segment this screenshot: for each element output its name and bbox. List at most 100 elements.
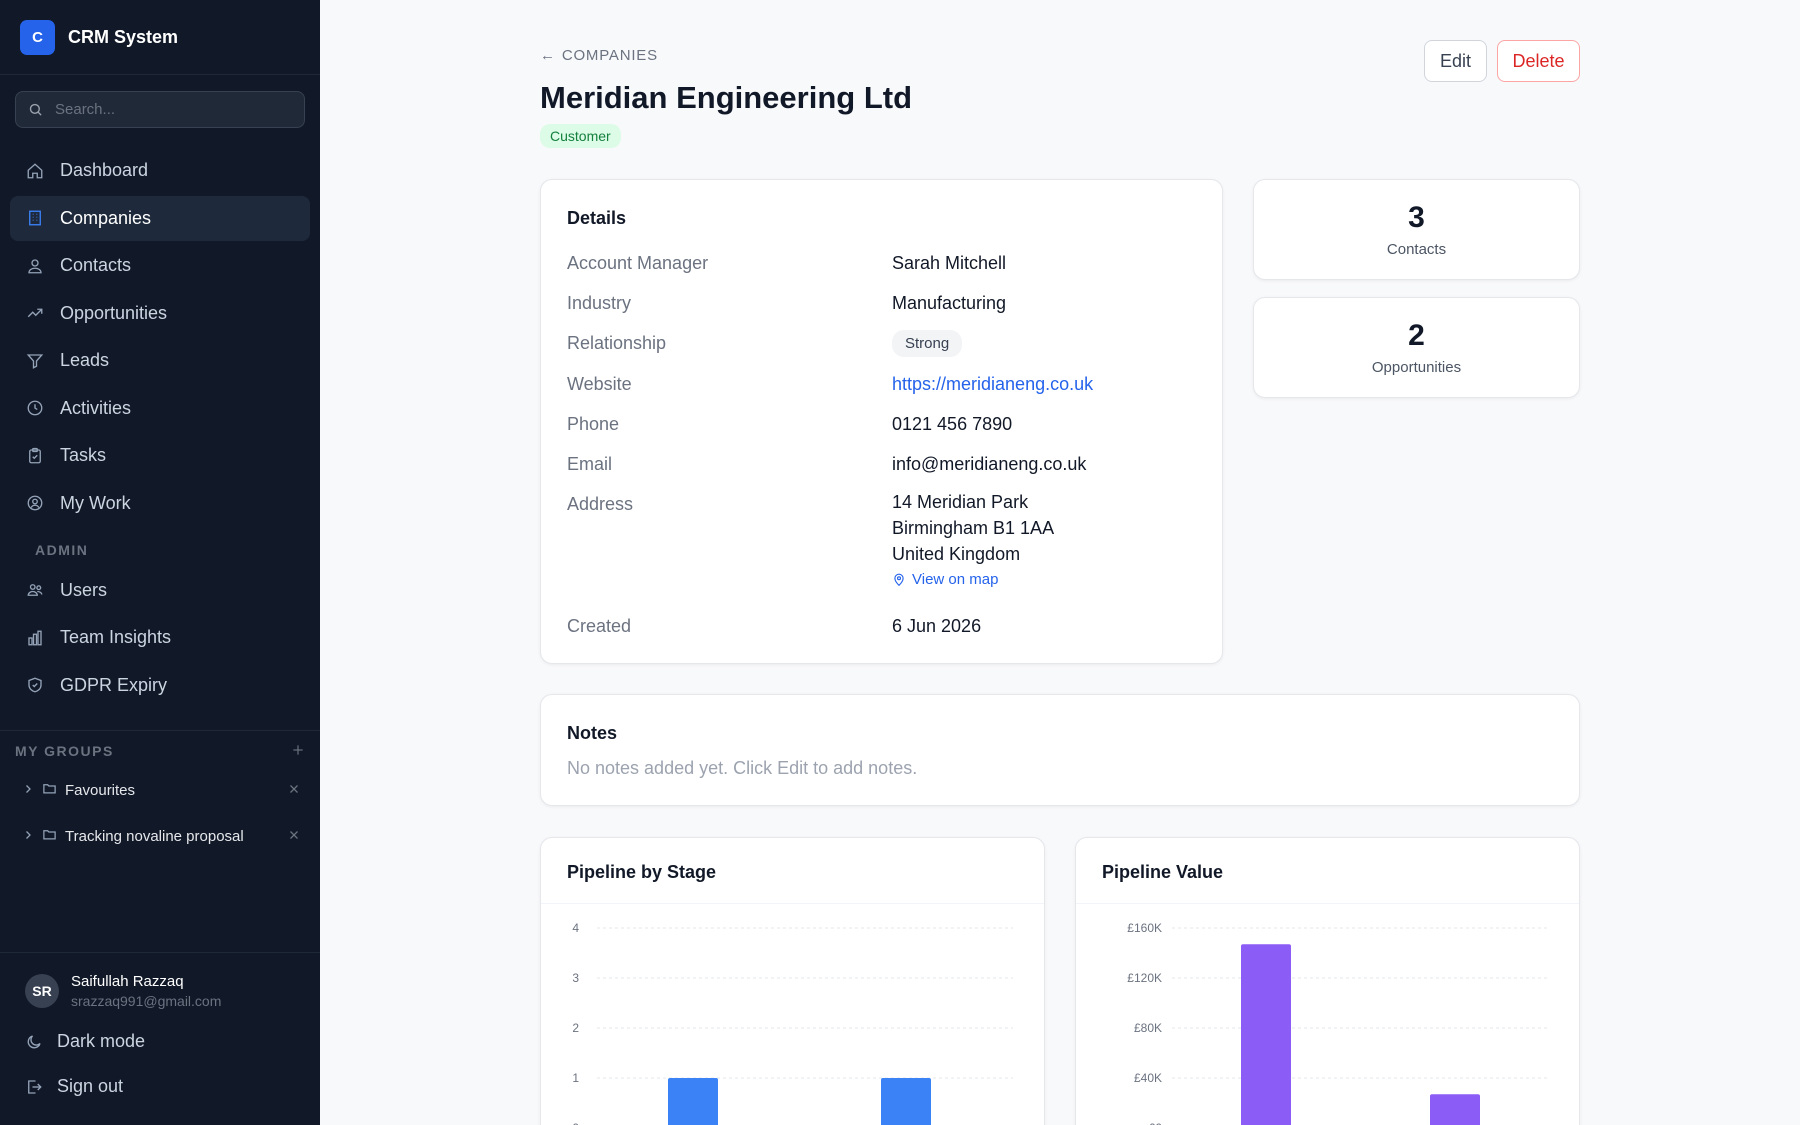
remove-group-icon[interactable] (288, 828, 300, 845)
user-profile[interactable]: SR Saifullah Razzaq srazzaq991@gmail.com (0, 973, 320, 1009)
view-on-map-link[interactable]: View on map (892, 571, 1054, 588)
address-line: United Kingdom (892, 544, 1021, 564)
contacts-icon (26, 257, 44, 275)
y-tick-label: £40K (1134, 1071, 1162, 1085)
sidebar-item-label: Opportunities (60, 302, 168, 323)
chevron-right-icon[interactable] (22, 782, 34, 799)
groups-section-label: MY GROUPS (15, 743, 114, 759)
dark-mode-label: Dark mode (57, 1031, 146, 1051)
shield-check-icon (26, 676, 44, 694)
sidebar-item-users[interactable]: Users (10, 568, 310, 613)
chevron-right-icon[interactable] (22, 828, 34, 845)
address-line: Birmingham B1 1AA (892, 518, 1055, 538)
chart-title: Pipeline Value (1076, 838, 1579, 904)
details-title: Details (567, 208, 627, 228)
group-item-tracking-novaline[interactable]: Tracking novaline proposal (0, 814, 320, 860)
detail-label: Relationship (567, 333, 667, 353)
detail-label: Address (567, 494, 634, 514)
remove-group-icon[interactable] (288, 782, 300, 799)
sidebar-item-activities[interactable]: Activities (10, 386, 310, 431)
pipeline-by-stage-chart: 4 3 2 1 0 (572, 921, 1013, 1125)
folder-icon (42, 781, 57, 800)
user-name: Saifullah Razzaq (71, 973, 184, 990)
contacts-stat-card[interactable]: 3 Contacts (1253, 179, 1580, 280)
bar[interactable] (668, 1078, 718, 1125)
sidebar-item-label: Activities (60, 397, 132, 418)
group-name: Tracking novaline proposal (65, 828, 244, 845)
y-tick-label: £80K (1134, 1021, 1162, 1035)
arrow-left-icon: ← (540, 47, 556, 64)
sidebar-item-label: Tasks (60, 445, 107, 465)
sidebar: C CRM System Dashboard Companies Contact… (0, 0, 320, 1125)
avatar: SR (25, 974, 59, 1008)
sidebar-item-team-insights[interactable]: Team Insights (10, 615, 310, 660)
sidebar-item-opportunities[interactable]: Opportunities (10, 291, 310, 336)
detail-value: 6 Jun 2026 (892, 616, 982, 636)
bar[interactable] (1241, 944, 1291, 1125)
back-to-companies-link[interactable]: ← COMPANIES (540, 47, 658, 64)
app-name: CRM System (68, 26, 179, 47)
sidebar-item-my-work[interactable]: My Work (10, 481, 310, 526)
pipeline-value-chart: £160K £120K £80K £40K £0 (1127, 921, 1548, 1125)
detail-value: Manufacturing (892, 293, 1007, 313)
notes-card: Notes No notes added yet. Click Edit to … (540, 694, 1580, 806)
bar-chart-icon (26, 629, 44, 647)
detail-label: Account Manager (567, 253, 709, 273)
detail-label: Phone (567, 414, 620, 434)
details-card: Details Account Manager Sarah Mitchell I… (540, 179, 1223, 664)
filter-icon (26, 352, 44, 370)
bar[interactable] (881, 1078, 931, 1125)
website-link[interactable]: https://meridianeng.co.uk (892, 374, 1093, 395)
sidebar-footer: SR Saifullah Razzaq srazzaq991@gmail.com… (0, 952, 320, 1125)
y-tick-label: 3 (572, 971, 579, 985)
page-title: Meridian Engineering Ltd (540, 80, 913, 115)
sidebar-item-label: My Work (60, 492, 131, 513)
clock-icon (26, 399, 44, 417)
sidebar-item-gdpr-expiry[interactable]: GDPR Expiry (10, 663, 310, 708)
map-pin-icon (894, 573, 904, 586)
sidebar-item-leads[interactable]: Leads (10, 338, 310, 383)
sidebar-item-contacts[interactable]: Contacts (10, 243, 310, 288)
folder-icon (42, 827, 57, 846)
detail-label: Industry (567, 293, 632, 313)
y-tick-label: £160K (1127, 921, 1162, 935)
app-logo: C (20, 19, 55, 55)
sidebar-item-tasks[interactable]: Tasks (10, 433, 310, 478)
brand[interactable]: C CRM System (0, 0, 320, 75)
search-input[interactable] (55, 101, 275, 118)
user-email: srazzaq991@gmail.com (71, 993, 222, 1009)
search-icon (29, 103, 42, 116)
trending-up-icon (26, 304, 44, 322)
sidebar-item-label: Companies (60, 207, 152, 228)
groups-section: MY GROUPS Favourites Tracking novaline p… (0, 729, 320, 860)
y-tick-label: £120K (1127, 971, 1162, 985)
sign-out-label: Sign out (57, 1076, 124, 1096)
clipboard-check-icon (26, 447, 44, 465)
sidebar-item-label: Users (60, 579, 108, 600)
y-tick-label: £0 (1149, 1121, 1163, 1125)
bar[interactable] (1430, 1094, 1480, 1125)
sidebar-item-label: Leads (60, 350, 110, 370)
sidebar-item-companies[interactable]: Companies (10, 195, 310, 241)
opportunities-label: Opportunities (1371, 359, 1462, 376)
edit-button[interactable]: Edit (1424, 40, 1487, 82)
sign-out-icon (25, 1078, 43, 1096)
sidebar-item-dashboard[interactable]: Dashboard (10, 148, 310, 193)
search-box[interactable] (15, 91, 305, 128)
delete-button[interactable]: Delete (1497, 40, 1580, 82)
group-item-favourites[interactable]: Favourites (0, 768, 320, 814)
building-icon (26, 209, 44, 227)
detail-value: info@meridianeng.co.uk (892, 454, 1087, 474)
contacts-count: 3 (1408, 201, 1425, 234)
opportunities-count: 2 (1408, 319, 1425, 352)
dark-mode-toggle[interactable]: Dark mode (0, 1019, 320, 1064)
sidebar-item-label: GDPR Expiry (60, 674, 168, 695)
sign-out-button[interactable]: Sign out (0, 1064, 320, 1109)
address-line: 14 Meridian Park (892, 492, 1029, 512)
add-group-icon[interactable] (291, 743, 305, 760)
opportunities-stat-card[interactable]: 2 Opportunities (1253, 297, 1580, 398)
notes-text: No notes added yet. Click Edit to add no… (567, 758, 918, 778)
detail-label: Website (567, 374, 632, 394)
view-on-map-label: View on map (912, 571, 999, 588)
sidebar-item-label: Team Insights (60, 627, 172, 647)
